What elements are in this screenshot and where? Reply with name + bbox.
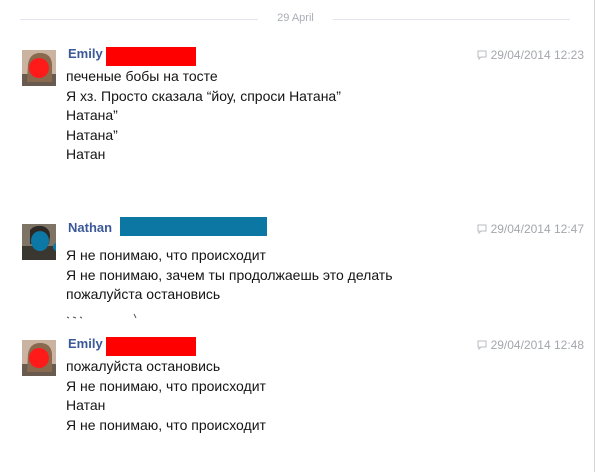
chat-bubble-icon <box>477 224 487 234</box>
message-line: Я хз. Просто сказала “йоу, спроси Натана… <box>66 87 341 104</box>
redaction-block <box>120 217 267 236</box>
message-nathan-1: Nathan 29/04/2014 12:47 Я не понимаю, чт… <box>20 217 590 310</box>
message-line: пожалуйста остановись <box>66 286 221 302</box>
message-emily-2: Emily 29/04/2014 12:48 пожалуйста остано… <box>20 336 590 446</box>
message-line: Я не понимаю, что происходит <box>66 247 266 263</box>
timestamp-text: 29/04/2014 12:48 <box>490 338 584 352</box>
avatar-image <box>22 224 56 260</box>
message-body: Я не понимаю, что происходит Я не понима… <box>66 246 393 305</box>
message-line: Я не понимаю, что происходит <box>66 416 266 433</box>
date-separator: 29 April <box>20 10 570 30</box>
message-timestamp[interactable]: 29/04/2014 12:47 <box>477 222 584 236</box>
message-timestamp[interactable]: 29/04/2014 12:23 <box>477 48 584 62</box>
redaction-block <box>106 47 196 66</box>
redaction-block <box>106 337 196 356</box>
avatar[interactable] <box>22 224 56 260</box>
separator-line-right <box>333 19 570 20</box>
avatar[interactable] <box>22 340 56 376</box>
timestamp-text: 29/04/2014 12:47 <box>490 222 584 236</box>
message-line: Натана” <box>66 107 118 123</box>
avatar-image <box>22 50 56 86</box>
message-line: печеные бобы на тосте <box>66 68 218 84</box>
author-name[interactable]: Emily <box>68 46 103 61</box>
message-emily-1: Emily 29/04/2014 12:23 печеные бобы на т… <box>20 46 590 176</box>
message-line: Натан <box>66 146 106 162</box>
message-timestamp[interactable]: 29/04/2014 12:48 <box>477 338 584 352</box>
timestamp-text: 29/04/2014 12:23 <box>490 48 584 62</box>
separator-line-left <box>20 19 258 20</box>
scroll-edge <box>594 0 595 472</box>
message-line: Я не понимаю, зачем ты продолжаешь это д… <box>66 266 393 283</box>
chat-bubble-icon <box>477 340 487 350</box>
clipped-text-fragment <box>66 313 137 319</box>
message-line: Я не понимаю, что происходит <box>66 377 266 394</box>
date-separator-label: 29 April <box>277 12 314 24</box>
author-name[interactable]: Emily <box>68 336 103 351</box>
avatar[interactable] <box>22 50 56 86</box>
message-line: Натана” <box>66 126 118 143</box>
avatar-image <box>22 340 56 376</box>
message-body: печеные бобы на тосте Я хз. Просто сказа… <box>66 67 341 165</box>
chat-bubble-icon <box>477 50 487 60</box>
message-body: пожалуйста остановись Я не понимаю, что … <box>66 357 266 435</box>
author-name[interactable]: Nathan <box>68 220 112 235</box>
message-line: пожалуйста остановись <box>66 358 221 374</box>
message-line: Натан <box>66 397 106 413</box>
